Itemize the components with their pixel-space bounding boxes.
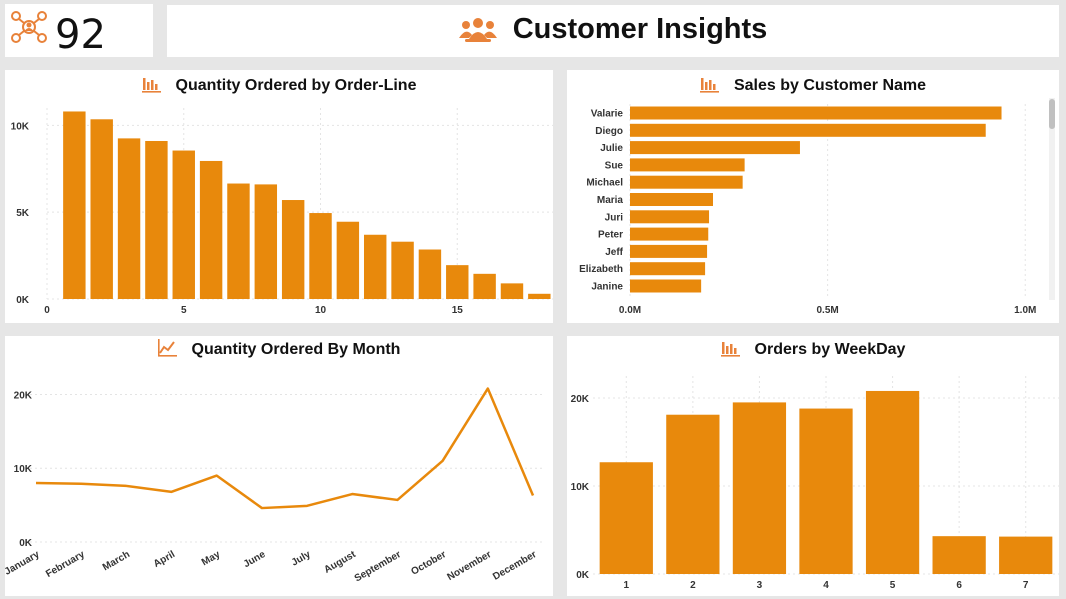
x-tick-label: 10 bbox=[315, 305, 327, 316]
x-tick-label: January bbox=[5, 549, 42, 578]
chart-orders-weekday: 0K 10K 20K 1 2 3 4 5 6 7 bbox=[571, 376, 1059, 591]
x-tick-label: July bbox=[290, 549, 313, 569]
bar bbox=[309, 213, 332, 299]
x-tick-label: 0 bbox=[44, 305, 50, 316]
bar bbox=[630, 158, 745, 172]
bar bbox=[254, 184, 278, 299]
panel-sales-customer: Sales by Customer Name 0.0M 0.5M 1.0M Valar… bbox=[567, 70, 1059, 323]
title-card: Customer Insights bbox=[167, 5, 1059, 57]
y-tick-label: Janine bbox=[591, 282, 623, 293]
bar bbox=[172, 150, 195, 299]
y-tick-label: Peter bbox=[598, 230, 623, 241]
y-tick-label: Diego bbox=[595, 126, 623, 137]
bar bbox=[630, 262, 706, 276]
bar bbox=[599, 462, 653, 574]
bar bbox=[418, 249, 442, 299]
y-tick-label: Sue bbox=[605, 160, 624, 171]
x-tick-label: 1 bbox=[624, 580, 630, 591]
bar bbox=[145, 140, 168, 299]
bar bbox=[63, 111, 86, 299]
team-icon bbox=[458, 18, 497, 42]
bar bbox=[799, 408, 853, 574]
x-tick-label: November bbox=[445, 549, 493, 583]
x-tick-label: September bbox=[353, 549, 403, 584]
bar bbox=[446, 265, 469, 299]
y-tick-label: 0K bbox=[16, 295, 30, 306]
bar bbox=[630, 210, 710, 224]
bar bbox=[336, 221, 360, 299]
x-tick-label: December bbox=[491, 549, 538, 583]
bar bbox=[391, 241, 414, 299]
bar bbox=[666, 414, 720, 574]
x-tick-label: 2 bbox=[690, 580, 696, 591]
bar bbox=[630, 244, 708, 258]
bar bbox=[117, 138, 141, 299]
y-tick-label: 20K bbox=[571, 394, 590, 405]
y-tick-label: 10K bbox=[571, 482, 590, 493]
bar bbox=[364, 234, 387, 299]
panel-qty-month: Quantity Ordered By Month 0K 10K 20K Januar… bbox=[5, 336, 553, 596]
bar bbox=[473, 273, 496, 299]
y-tick-label: 20K bbox=[14, 390, 33, 401]
network-people-icon bbox=[11, 11, 47, 43]
bar bbox=[630, 175, 743, 189]
x-tick-label: March bbox=[101, 549, 132, 573]
x-tick-label: 7 bbox=[1023, 580, 1029, 591]
panel-orders-weekday: Orders by WeekDay 0K 10K 20K 1 2 3 4 5 6 7 bbox=[567, 336, 1059, 596]
y-tick-label: 10K bbox=[11, 121, 30, 132]
chart-sales-customer: 0.0M 0.5M 1.0M Valarie Diego Julie Sue Michael M… bbox=[579, 104, 1036, 316]
bar bbox=[528, 293, 551, 299]
bar bbox=[630, 106, 1002, 120]
x-tick-label: February bbox=[44, 549, 87, 580]
chart-qty-orderline: 0K 5K 10K 0 5 10 15 bbox=[11, 108, 553, 316]
dashboard-title: Customer Insights bbox=[167, 13, 1059, 46]
y-tick-label: Maria bbox=[597, 195, 624, 206]
bar bbox=[281, 200, 305, 299]
bar bbox=[227, 183, 250, 299]
y-tick-label: 5K bbox=[16, 208, 30, 219]
x-tick-label: June bbox=[242, 549, 268, 570]
y-tick-label: 0K bbox=[576, 570, 590, 581]
x-tick-label: April bbox=[152, 549, 177, 570]
scrollbar-thumb[interactable] bbox=[1049, 99, 1055, 129]
x-tick-label: 3 bbox=[757, 580, 763, 591]
kpi-value: 92 bbox=[55, 12, 106, 58]
bar bbox=[630, 279, 702, 293]
x-tick-label: 4 bbox=[823, 580, 829, 591]
dashboard-title-text: Customer Insights bbox=[512, 13, 768, 45]
x-tick-label: 5 bbox=[181, 305, 187, 316]
panel-qty-orderline: Quantity Ordered by Order-Line 0K 5K 10K 0 5… bbox=[5, 70, 553, 323]
y-tick-label: Elizabeth bbox=[579, 264, 623, 275]
bar bbox=[90, 119, 113, 299]
y-tick-label: Michael bbox=[586, 178, 623, 189]
y-tick-label: 10K bbox=[14, 464, 33, 475]
x-tick-label: 6 bbox=[956, 580, 962, 591]
chart-qty-month: 0K 10K 20K January February March April May June… bbox=[5, 387, 543, 584]
y-tick-label: Juri bbox=[605, 212, 624, 223]
y-tick-label: Valarie bbox=[591, 109, 624, 120]
bar bbox=[630, 141, 800, 155]
bar bbox=[999, 536, 1053, 574]
x-tick-label: 0.0M bbox=[619, 305, 641, 316]
y-tick-label: Julie bbox=[600, 143, 623, 154]
bar bbox=[630, 123, 986, 137]
bar bbox=[932, 536, 986, 574]
bar bbox=[865, 390, 920, 574]
bar bbox=[630, 227, 709, 241]
x-tick-label: 5 bbox=[890, 580, 896, 591]
bar bbox=[630, 193, 713, 206]
bar bbox=[199, 160, 223, 299]
y-tick-label: Jeff bbox=[605, 247, 623, 258]
bar bbox=[500, 283, 524, 299]
x-tick-label: May bbox=[200, 549, 223, 568]
kpi-card: 92 bbox=[5, 4, 153, 58]
x-tick-label: August bbox=[322, 549, 358, 576]
x-tick-label: 1.0M bbox=[1014, 305, 1036, 316]
bar bbox=[732, 402, 787, 574]
x-tick-label: 0.5M bbox=[817, 305, 839, 316]
x-tick-label: October bbox=[409, 549, 448, 578]
y-tick-label: 0K bbox=[19, 538, 33, 549]
line-series bbox=[35, 387, 535, 510]
x-tick-label: 15 bbox=[452, 305, 464, 316]
